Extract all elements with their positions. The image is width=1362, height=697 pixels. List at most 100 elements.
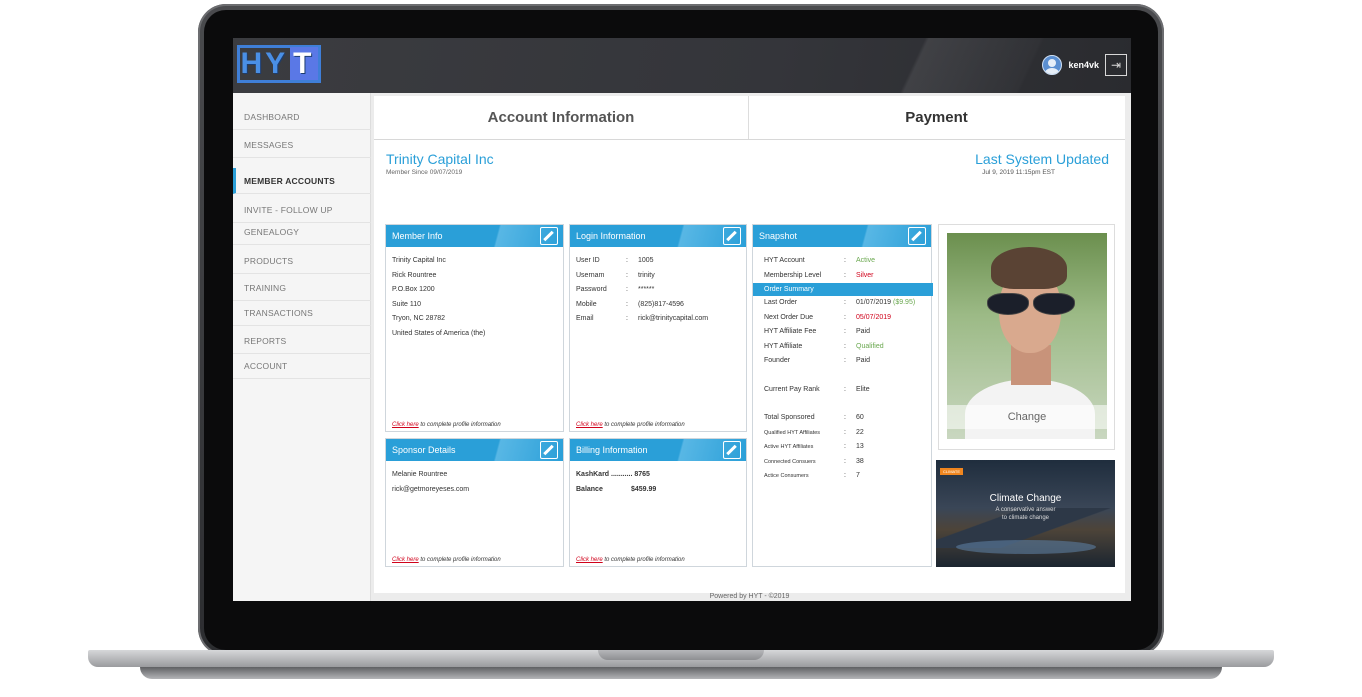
last-order-amount: ($9.95) [893,299,916,306]
login-row-value: 1005 [638,257,654,264]
login-info-footer: Click here to complete profile informati… [576,422,685,428]
snapshot-row: HYT Affiliate: Qualified [764,340,931,355]
main-panel: Account Information Payment Trinity Capi… [374,96,1125,593]
promo-banner[interactable]: CLIMATE Climate Change A conservative an… [936,460,1115,567]
avatar-icon[interactable] [1042,55,1063,75]
login-row-key: Usernam [576,271,605,279]
laptop-notch [598,650,764,660]
billing-balance-row: Balance $459.99 [576,483,740,498]
tab-bar: Account Information Payment [374,96,1125,140]
logo-text-main: HY [240,47,289,80]
laptop-base-shadow [140,667,1222,679]
sidebar-item-genealogy[interactable]: GENEALOGY [233,219,371,245]
username[interactable]: ken4vk [1068,60,1099,70]
snapshot-key: Current Pay Rank [764,385,820,393]
snapshot-value: Silver [856,271,874,279]
snapshot-value: Paid [856,328,871,335]
promo-lake [956,540,1096,554]
complete-profile-link[interactable]: Click here [576,557,603,563]
logout-icon[interactable]: ⇥ [1105,54,1127,76]
login-row: Usernam: trinity [576,269,740,284]
snapshot-key: Founder [764,357,791,364]
complete-profile-link[interactable]: Click here [392,557,419,563]
billing-card: Billing Information KashKard ...........… [569,438,747,567]
login-row-value: rick@trinitycapital.com [638,315,709,322]
login-info-body: User ID:1005 Usernam: trinity Password: **… [570,247,746,334]
sidebar-item-reports[interactable]: REPORTS [233,328,371,354]
company-name: Trinity Capital Inc [386,151,494,167]
snapshot-row: Next Order Due:05/07/2019 [764,311,931,326]
snapshot-key: Next Order Due [764,313,814,321]
member-info-body: Trinity Capital Inc Rick Rountree P.O.Bo… [386,247,563,348]
snapshot-key: Qualified HYT Affiliates [764,429,821,436]
member-info-line: Trinity Capital Inc [392,257,446,264]
snapshot-value: Elite [856,385,870,393]
promo-subtitle: A conservative answer to climate change [936,506,1115,522]
complete-profile-link[interactable]: Click here [392,422,419,428]
billing-footer: Click here to complete profile informati… [576,557,685,563]
member-info-line: United States of America (the) [392,329,486,337]
footer-text: to complete profile information [602,422,685,428]
edit-icon[interactable] [723,441,741,459]
sidebar-item-member-accounts[interactable]: MEMBER ACCOUNTS [233,168,371,194]
order-summary-bar[interactable]: Order Summary [753,283,933,296]
logo-text-t: T [290,47,318,80]
snapshot-key: HYT Affiliate [764,342,803,350]
snapshot-row: Active HYT Affiliates:13 [764,440,931,455]
sidebar-item-products[interactable]: PRODUCTS [233,248,371,274]
footer-text: to complete profile information [418,422,501,428]
sidebar-item-dashboard[interactable]: DASHBOARD [233,104,371,130]
snapshot-header: Snapshot [753,225,931,247]
sidebar-item-messages[interactable]: MESSAGES [233,132,371,158]
logo[interactable]: HY T [237,45,321,83]
promo-badge: CLIMATE [940,468,964,475]
billing-balance-label: Balance [576,485,603,493]
change-photo-button[interactable]: Change [947,405,1107,429]
complete-profile-link[interactable]: Click here [576,422,603,428]
member-info-header: Member Info [386,225,563,247]
sidebar-item-training[interactable]: TRAINING [233,275,371,301]
billing-header: Billing Information [570,439,746,461]
snapshot-value: Paid [856,357,871,364]
login-row: User ID:1005 [576,254,740,269]
sponsor-header: Sponsor Details [386,439,563,461]
snapshot-row: Qualified HYT Affiliates:22 [764,426,931,441]
snapshot-value: 05/07/2019 [856,313,892,321]
snapshot-value: 01/07/2019 [856,299,892,306]
sidebar-item-transactions[interactable]: TRANSACTIONS [233,300,371,326]
edit-icon[interactable] [540,441,558,459]
login-row-key: User ID [576,257,600,264]
top-bar: HY T ken4vk ⇥ [233,38,1131,93]
snapshot-row: HYT Account: Active [764,254,931,269]
footer-text: to complete profile information [418,557,501,563]
tab-payment[interactable]: Payment [749,96,1124,139]
edit-icon[interactable] [908,227,926,245]
sponsor-card: Sponsor Details Melanie Rountree rick@ge… [385,438,564,567]
snapshot-row: Current Pay Rank: Elite [764,383,931,398]
promo-subtitle-line: A conservative answer [995,507,1056,513]
snapshot-key: Actice Consumers [764,473,809,479]
member-info-line: P.O.Box 1200 [392,286,435,293]
sidebar-item-account[interactable]: ACCOUNT [233,353,371,379]
edit-icon[interactable] [540,227,558,245]
snapshot-card: Snapshot HYT Account: Active Membership L… [752,224,933,567]
snapshot-row: HYT Affiliate Fee: Paid [764,325,931,340]
edit-icon[interactable] [723,227,741,245]
snapshot-row: Actice Consumers:7 [764,469,931,484]
last-updated-date: Jul 9, 2019 11:15pm EST [982,169,1055,176]
login-row-key: Email [576,315,594,322]
member-since: Member Since 09/07/2019 [386,169,463,176]
member-info-line: Tryon, NC 28782 [392,315,446,322]
login-row: Mobile: (825)817-4596 [576,298,740,313]
snapshot-key: Active HYT Affiliates [764,444,814,450]
sponsor-body: Melanie Rountree rick@getmoreyeses.com [386,461,563,504]
snapshot-value: Qualified [856,342,884,350]
member-info-line: Rick Rountree [392,271,437,279]
sponsor-footer: Click here to complete profile informati… [392,557,501,563]
snapshot-value: Active [856,257,876,264]
login-row-key: Mobile [576,300,597,308]
member-info-footer: Click here to complete profile informati… [392,422,501,428]
login-row-value: ****** [638,286,655,293]
billing-body: KashKard ........... 8765 Balance $459.99 [570,461,746,504]
tab-account-information[interactable]: Account Information [374,96,749,139]
